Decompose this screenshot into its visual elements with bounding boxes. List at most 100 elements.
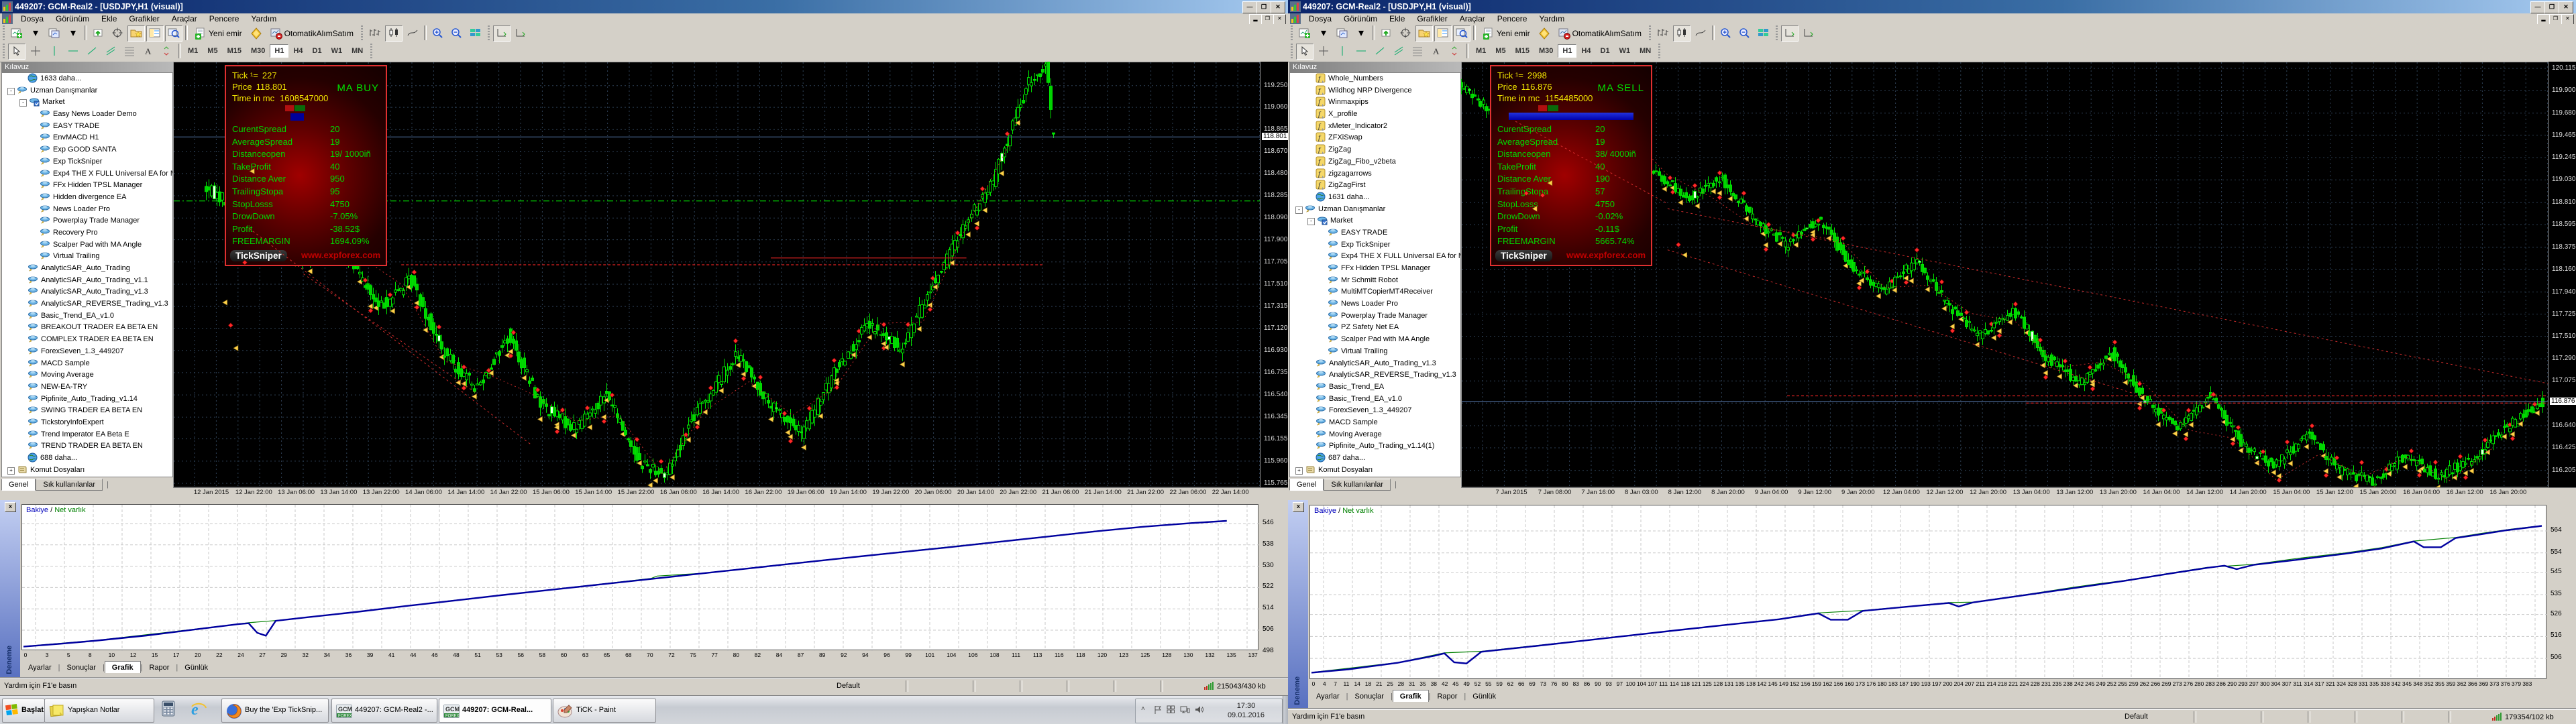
timeframe-button-d1[interactable]: D1	[308, 44, 327, 58]
tree-item[interactable]: EASY TRADE	[2, 121, 172, 133]
start-button[interactable]: Başlat	[2, 699, 45, 723]
mdi-close-button[interactable]: ✕	[1273, 14, 1286, 25]
metaeditor-button[interactable]	[248, 25, 265, 42]
tree-item[interactable]: -Market	[2, 97, 172, 109]
tree-item[interactable]: Easy News Loader Demo	[2, 109, 172, 121]
tree-item[interactable]: +Komut Dosyaları	[2, 465, 172, 477]
timeframe-button-w1[interactable]: W1	[1615, 44, 1635, 58]
tray-volume-icon[interactable]	[1195, 705, 1203, 714]
timeframe-button-m1[interactable]: M1	[1471, 44, 1491, 58]
favorites-button[interactable]	[127, 25, 145, 42]
profiles-button[interactable]	[46, 25, 63, 42]
mdi-close-button[interactable]: ✕	[2561, 14, 2574, 25]
chart-shift-button[interactable]	[1800, 25, 1817, 42]
tree-item[interactable]: Virtual Trailing	[1290, 346, 1460, 358]
collapse-box-icon[interactable]: -	[1295, 206, 1303, 214]
task-button[interactable]: GCMFOREX449207: GCM-Real...	[439, 699, 551, 723]
tree-item[interactable]: Exp TickSniper	[1290, 239, 1460, 251]
tree-item[interactable]: News Loader Pro	[2, 204, 172, 216]
chart-area[interactable]: 119.250119.060118.865118.670118.480118.2…	[173, 62, 1288, 497]
tree-item[interactable]: MACD Sample	[1290, 417, 1460, 429]
arrows-tool-button[interactable]	[1446, 44, 1464, 60]
tree-item[interactable]: Exp4 THE X FULL Universal EA for M	[1290, 251, 1460, 263]
menu-item-grafikler[interactable]: Grafikler	[123, 13, 165, 25]
tray-chevron-icon[interactable]: ˄	[1141, 705, 1145, 713]
profiles-button[interactable]	[1334, 25, 1351, 42]
tray-updates-icon[interactable]	[1167, 705, 1175, 714]
tree-item[interactable]: News Loader Pro	[1290, 298, 1460, 310]
menu-item-grafikler[interactable]: Grafikler	[1411, 13, 1453, 25]
bar-chart-mode-button[interactable]	[1654, 25, 1672, 42]
tree-item[interactable]: fX_profile	[1290, 109, 1460, 121]
tree-item[interactable]: BREAKOUT TRADER EA BETA EN	[2, 322, 172, 334]
tree-item[interactable]: Recovery Pro	[2, 227, 172, 239]
menu-item-pencere[interactable]: Pencere	[203, 13, 246, 25]
menu-item-yardım[interactable]: Yardım	[245, 13, 282, 25]
navigator-toggle-button[interactable]	[1434, 25, 1452, 42]
trendline-tool-button[interactable]	[1371, 44, 1389, 60]
tree-item[interactable]: EnvMACD H1	[2, 132, 172, 144]
task-button[interactable]: TiCK - Paint	[553, 699, 656, 723]
tester-tab-grafik[interactable]: Grafik	[105, 661, 141, 673]
tester-tab-sonuçlar[interactable]: Sonuçlar	[60, 662, 103, 673]
tree-item[interactable]: TREND TRADER EA BETA EN	[2, 440, 172, 452]
new-chart-button[interactable]	[1296, 25, 1313, 42]
timeframe-button-w1[interactable]: W1	[327, 44, 347, 58]
tree-item[interactable]: -Market	[1290, 215, 1460, 227]
crosshair-tool-button[interactable]	[27, 44, 44, 60]
mdi-restore-button[interactable]: ❐	[2549, 14, 2562, 25]
tray-network-icon[interactable]	[1180, 705, 1190, 714]
crosshair-button[interactable]	[109, 25, 126, 42]
tester-tab-ayarlar[interactable]: Ayarlar	[21, 662, 58, 673]
menu-item-ekle[interactable]: Ekle	[95, 13, 123, 25]
refresh-button[interactable]	[1378, 25, 1395, 42]
tester-graph[interactable]: Bakiye / Net varlık	[1309, 505, 2546, 679]
line-chart-mode-button[interactable]	[404, 25, 421, 42]
chart-area[interactable]: 120.115119.900119.680119.465119.245119.0…	[1461, 62, 2576, 497]
zoom-out-button[interactable]	[448, 25, 466, 42]
mdi-restore-button[interactable]: ❐	[1261, 14, 1274, 25]
tree-item[interactable]: 688 daha...	[2, 452, 172, 465]
tree-item[interactable]: Pipfinite_Auto_Trading_v1.14(1)	[1290, 440, 1460, 452]
tree-item[interactable]: SWING TRADER EA BETA EN	[2, 405, 172, 417]
channel-tool-button[interactable]	[102, 44, 119, 60]
text-tool-button[interactable]: A	[140, 44, 157, 60]
menu-item-yardım[interactable]: Yardım	[1533, 13, 1570, 25]
horizontal-line-tool-button[interactable]	[64, 44, 82, 60]
minimize-button[interactable]: —	[1242, 1, 1257, 13]
quicklaunch-ie-icon[interactable]: e	[189, 700, 211, 720]
timeframe-button-h1[interactable]: H1	[1558, 44, 1576, 58]
status-profile[interactable]: Default	[2125, 713, 2148, 721]
timeframe-button-m1[interactable]: M1	[183, 44, 203, 58]
tester-close-button[interactable]: x	[5, 502, 16, 512]
horizontal-line-tool-button[interactable]	[1352, 44, 1370, 60]
vertical-line-tool-button[interactable]	[1334, 44, 1351, 60]
tree-item[interactable]: Basic_Trend_EA_v1.0	[2, 310, 172, 322]
tray-flag-icon[interactable]	[1153, 705, 1163, 715]
collapse-box-icon[interactable]: -	[7, 88, 15, 95]
timeframe-button-m30[interactable]: M30	[1534, 44, 1558, 58]
new-chart-dropdown[interactable]: ▾	[27, 25, 44, 42]
auto-scroll-button[interactable]	[1781, 25, 1799, 42]
tree-item[interactable]: Scalper Pad with MA Angle	[1290, 334, 1460, 346]
candle-chart-mode-button[interactable]	[385, 25, 402, 42]
vertical-line-tool-button[interactable]	[46, 44, 63, 60]
new-chart-dropdown[interactable]: ▾	[1315, 25, 1332, 42]
text-tool-button[interactable]: A	[1428, 44, 1445, 60]
tree-item[interactable]: fZigZagFirst	[1290, 180, 1460, 192]
tree-item[interactable]: Exp GOOD SANTA	[2, 144, 172, 156]
tester-tab-günlük[interactable]: Günlük	[1466, 690, 1503, 702]
tree-item[interactable]: AnalyticSAR_Auto_Trading_v1.3	[2, 286, 172, 298]
tester-tab-ayarlar[interactable]: Ayarlar	[1309, 690, 1346, 702]
channel-tool-button[interactable]	[1390, 44, 1407, 60]
collapse-box-icon[interactable]: -	[1307, 218, 1315, 225]
navigator-tab-general[interactable]: Genel	[1, 479, 36, 491]
collapse-box-icon[interactable]: -	[19, 99, 27, 107]
timeframe-button-mn[interactable]: MN	[347, 44, 368, 58]
refresh-button[interactable]	[90, 25, 107, 42]
timeframe-button-m15[interactable]: M15	[223, 44, 246, 58]
task-button[interactable]: Yapışkan Notlar	[44, 699, 154, 723]
chart-shift-button[interactable]	[512, 25, 529, 42]
timeframe-button-m15[interactable]: M15	[1511, 44, 1534, 58]
tree-item[interactable]: Exp TickSniper	[2, 156, 172, 168]
